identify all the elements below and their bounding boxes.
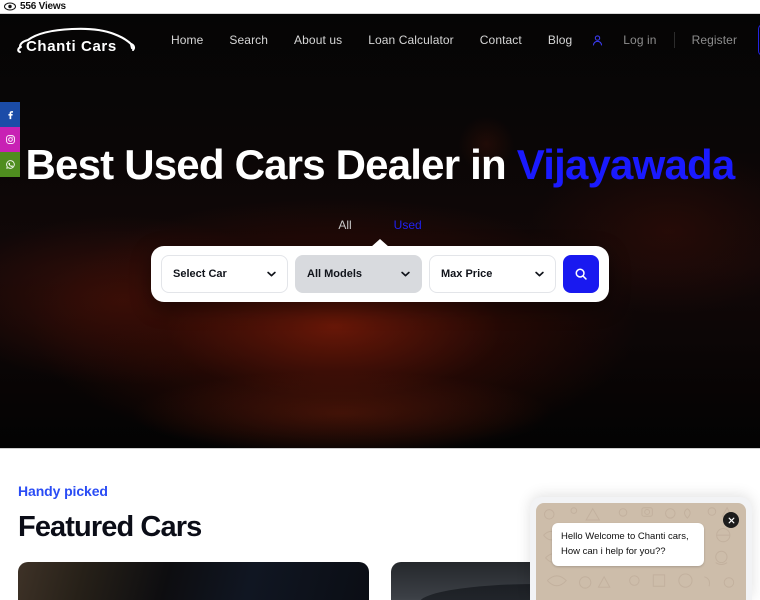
- user-icon[interactable]: [585, 34, 610, 47]
- all-models-value: All Models: [307, 268, 363, 280]
- eye-icon: [4, 2, 16, 11]
- hero-section: Chanti Cars Home Search About us Loan Ca…: [0, 14, 760, 449]
- tab-all[interactable]: All: [334, 216, 355, 234]
- nav-item-blog[interactable]: Blog: [535, 27, 585, 53]
- all-models-dropdown[interactable]: All Models: [295, 255, 422, 293]
- chevron-down-icon: [401, 271, 410, 277]
- nav-item-login[interactable]: Log in: [610, 27, 669, 53]
- tab-used[interactable]: Used: [390, 216, 426, 234]
- search-type-tabs: All Used: [0, 216, 760, 234]
- svg-text:Chanti Cars: Chanti Cars: [26, 38, 117, 55]
- car-card-image[interactable]: [18, 562, 369, 600]
- search-icon: [575, 268, 587, 280]
- nav-item-search[interactable]: Search: [216, 27, 281, 53]
- brand-logo[interactable]: Chanti Cars: [10, 21, 140, 59]
- instagram-icon[interactable]: [0, 127, 20, 152]
- nav-item-contact[interactable]: Contact: [467, 27, 535, 53]
- close-icon[interactable]: [723, 512, 739, 528]
- chevron-down-icon: [535, 271, 544, 277]
- chat-body: Hello Welcome to Chanti cars, How can i …: [536, 503, 746, 600]
- max-price-value: Max Price: [441, 268, 493, 280]
- select-car-dropdown[interactable]: Select Car: [161, 255, 288, 293]
- select-car-value: Select Car: [173, 268, 227, 280]
- search-panel-caret: [371, 239, 389, 247]
- hero-title-main: Best Used Cars Dealer in: [25, 141, 517, 188]
- search-panel-wrapper: Select Car All Models Max Price: [151, 239, 609, 302]
- search-panel: Select Car All Models Max Price: [151, 246, 609, 302]
- chat-message-line-2: How can i help for you??: [561, 545, 666, 557]
- nav-item-about-us[interactable]: About us: [281, 27, 355, 53]
- nav-item-home[interactable]: Home: [158, 27, 216, 53]
- chat-message-line-1: Hello Welcome to Chanti cars,: [561, 531, 689, 542]
- nav-links: Home Search About us Loan Calculator Con…: [158, 27, 750, 53]
- nav-item-loan-calculator[interactable]: Loan Calculator: [355, 27, 467, 53]
- max-price-dropdown[interactable]: Max Price: [429, 255, 556, 293]
- social-rail: [0, 102, 20, 177]
- hero-title-accent: Vijayawada: [516, 141, 736, 188]
- main-navigation: Chanti Cars Home Search About us Loan Ca…: [0, 14, 760, 66]
- whatsapp-icon[interactable]: [0, 152, 20, 177]
- search-submit-button[interactable]: [563, 255, 599, 293]
- chat-message-bubble: Hello Welcome to Chanti cars, How can i …: [552, 523, 704, 567]
- views-bar: 556 Views: [0, 0, 760, 14]
- nav-item-register[interactable]: Register: [679, 27, 750, 53]
- views-count-text: 556 Views: [20, 0, 66, 12]
- chat-widget: Hello Welcome to Chanti cars, How can i …: [530, 497, 752, 600]
- facebook-icon[interactable]: [0, 102, 20, 127]
- nav-divider: [673, 32, 675, 48]
- chevron-down-icon: [267, 271, 276, 277]
- hero-title: Best Used Cars Dealer in Vijayawada: [0, 141, 760, 188]
